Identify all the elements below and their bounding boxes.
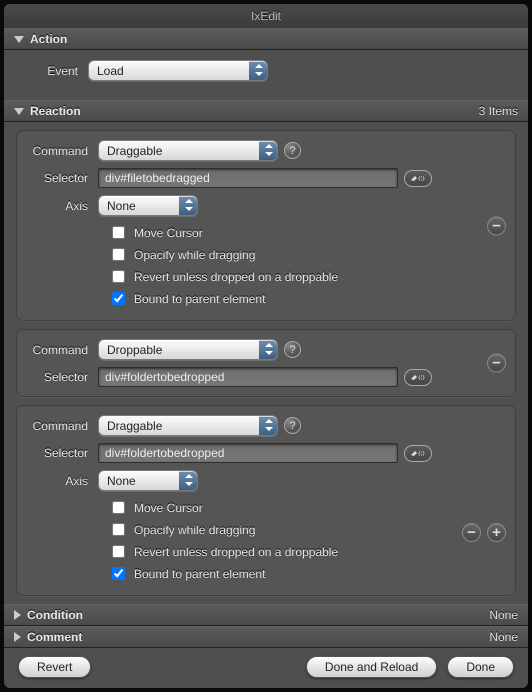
help-icon[interactable]: ? [284,341,301,358]
section-title-condition: Condition [27,608,83,622]
command-select[interactable]: Draggable [98,140,278,161]
minus-icon: − [492,356,501,371]
selector-input[interactable] [98,443,398,463]
add-reaction-button[interactable]: + [487,523,506,542]
section-header-condition[interactable]: Condition None [4,604,528,626]
section-header-action[interactable]: Action [4,28,528,50]
opacify-label: Opacify while dragging [134,523,255,537]
remove-reaction-button[interactable]: − [487,354,506,373]
minus-icon: − [492,218,501,233]
section-header-comment[interactable]: Comment None [4,626,528,648]
command-label: Command [28,144,98,158]
section-title-comment: Comment [27,630,82,644]
help-icon[interactable]: ? [284,142,301,159]
chevron-down-icon [14,36,24,43]
titlebar[interactable]: IxEdit [4,4,528,28]
move-cursor-checkbox[interactable] [112,226,125,239]
selector-label: Selector [28,370,98,384]
reaction-item: Command Droppable ? Selector [16,329,516,397]
opacify-checkbox[interactable] [112,248,125,261]
section-title-action: Action [30,32,67,46]
revert-label: Revert unless dropped on a droppable [134,545,338,559]
section-title-reaction: Reaction [30,104,81,118]
opacify-label: Opacify while dragging [134,248,255,262]
opacify-checkbox[interactable] [112,523,125,536]
selector-input[interactable] [98,168,398,188]
chevron-right-icon [14,632,21,642]
command-select[interactable]: Droppable [98,339,278,360]
reaction-item: Command Draggable ? Selector [16,130,516,321]
reaction-count: 3 Items [479,104,518,118]
command-label: Command [28,343,98,357]
window-title: IxEdit [251,9,281,23]
bound-checkbox[interactable] [112,292,125,305]
footer: Revert Done and Reload Done [4,648,528,680]
element-picker-icon[interactable] [404,445,432,462]
event-label: Event [18,64,88,78]
selector-label: Selector [28,171,98,185]
help-icon[interactable]: ? [284,417,301,434]
chevron-down-icon [14,108,24,115]
chevron-right-icon [14,610,21,620]
plus-icon: + [492,525,501,540]
reaction-item: Command Draggable ? Selector [16,405,516,596]
event-select-wrap: Load [88,60,268,81]
done-and-reload-button[interactable]: Done and Reload [306,656,437,678]
revert-checkbox[interactable] [112,270,125,283]
revert-checkbox[interactable] [112,545,125,558]
selector-input[interactable] [98,367,398,387]
action-body: Event Load [4,50,528,100]
element-picker-icon[interactable] [404,170,432,187]
element-picker-icon[interactable] [404,369,432,386]
axis-select[interactable]: None [98,195,198,216]
event-select[interactable]: Load [88,60,268,81]
bound-label: Bound to parent element [134,292,265,306]
axis-label: Axis [28,474,98,488]
remove-reaction-button[interactable]: − [462,523,481,542]
command-label: Command [28,419,98,433]
move-cursor-checkbox[interactable] [112,501,125,514]
condition-status: None [489,608,518,622]
comment-status: None [489,630,518,644]
selector-label: Selector [28,446,98,460]
axis-select[interactable]: None [98,470,198,491]
revert-button[interactable]: Revert [18,656,91,678]
remove-reaction-button[interactable]: − [487,216,506,235]
bound-checkbox[interactable] [112,567,125,580]
section-header-reaction[interactable]: Reaction 3 Items [4,100,528,122]
axis-label: Axis [28,199,98,213]
ixedit-window: IxEdit Action Event Load Reaction [4,4,528,688]
move-cursor-label: Move Cursor [134,501,203,515]
revert-label: Revert unless dropped on a droppable [134,270,338,284]
done-button[interactable]: Done [447,656,514,678]
move-cursor-label: Move Cursor [134,226,203,240]
bound-label: Bound to parent element [134,567,265,581]
minus-icon: − [467,525,476,540]
command-select[interactable]: Draggable [98,415,278,436]
